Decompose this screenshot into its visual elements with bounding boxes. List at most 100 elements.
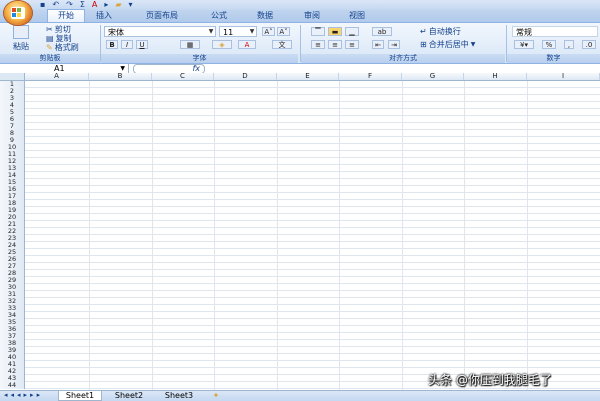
increase-indent-icon[interactable]: ⇥ <box>388 40 400 49</box>
column-header-h[interactable]: H <box>464 73 527 80</box>
table-row: 29 <box>0 277 600 284</box>
office-logo-icon <box>11 7 25 19</box>
align-center-icon[interactable]: ≡ <box>328 40 342 49</box>
format-painter-button[interactable]: ✎ 格式刷 <box>46 42 79 53</box>
tab-page-layout[interactable]: 页面布局 <box>136 10 188 22</box>
percent-icon[interactable]: % <box>542 40 556 49</box>
underline-icon[interactable]: U <box>136 40 148 49</box>
spreadsheet-grid[interactable]: A B C D E F G H I 1 2 3 4 5 6 7 8 9 10 11 12 13 14 15 1… <box>0 73 600 390</box>
table-row: 11 <box>0 151 600 158</box>
fx-icon[interactable]: fx <box>192 65 200 73</box>
table-row: 35 <box>0 319 600 326</box>
phonetic-icon[interactable]: 文 <box>272 40 292 49</box>
align-left-icon[interactable]: ≡ <box>311 40 325 49</box>
table-row: 25 <box>0 249 600 256</box>
paste-button[interactable]: 粘贴 <box>6 25 36 52</box>
align-right-icon[interactable]: ≡ <box>345 40 359 49</box>
row-header[interactable]: 44 <box>0 382 25 389</box>
tab-formulas[interactable]: 公式 <box>203 10 235 22</box>
number-format-combo[interactable]: 常规 <box>512 26 598 37</box>
currency-icon[interactable]: ¥▾ <box>514 40 534 49</box>
orientation-icon[interactable]: ab <box>372 27 392 36</box>
rows-container: 1 2 3 4 5 6 7 8 9 10 11 12 13 14 15 16 17 18 19 20 21 22 23 24 2… <box>0 81 600 389</box>
tab-review[interactable]: 审阅 <box>296 10 328 22</box>
table-row: 34 <box>0 312 600 319</box>
shrink-font-icon[interactable]: A˅ <box>277 27 290 36</box>
customize-qat-icon[interactable]: ▾ <box>129 0 133 10</box>
table-row: 19 <box>0 207 600 214</box>
table-row: 41 <box>0 361 600 368</box>
bold-icon[interactable]: B <box>106 40 118 49</box>
italic-icon[interactable]: I <box>121 40 133 49</box>
table-row: 14 <box>0 172 600 179</box>
table-row: 24 <box>0 242 600 249</box>
column-header-a[interactable]: A <box>25 73 89 80</box>
table-row: 27 <box>0 263 600 270</box>
column-header-e[interactable]: E <box>277 73 339 80</box>
merge-center-button[interactable]: ⊞ 合并后居中 ▼ <box>420 39 475 50</box>
tab-view[interactable]: 视图 <box>341 10 373 22</box>
table-row: 15 <box>0 179 600 186</box>
name-box[interactable]: A1 ▼ <box>0 64 129 73</box>
open-folder-icon[interactable]: ▰ <box>115 0 121 10</box>
increase-decimal-icon[interactable]: .0 <box>582 40 596 49</box>
border-icon[interactable]: ▦ <box>180 40 200 49</box>
sheet-tab-2[interactable]: Sheet2 <box>108 391 150 400</box>
office-button[interactable] <box>4 1 32 25</box>
table-row: 31 <box>0 291 600 298</box>
ribbon-tab-bar: 开始 插入 页面布局 公式 数据 审阅 视图 <box>0 9 600 23</box>
save-icon[interactable]: ▪ <box>40 0 45 10</box>
insert-sheet-icon[interactable]: ✦ <box>208 391 224 400</box>
chevron-down-icon: ▼ <box>120 65 125 72</box>
grow-font-icon[interactable]: A˄ <box>262 27 275 36</box>
align-middle-icon[interactable]: ▬ <box>328 27 342 36</box>
decrease-indent-icon[interactable]: ⇤ <box>372 40 384 49</box>
ribbon: 粘贴 ✂ 剪切 ▤ 复制 ✎ 格式刷 剪贴板 宋体 ▼ 11 ▼ A˄ A˅ B I U … <box>0 23 600 64</box>
group-label-number: 数字 <box>507 54 600 63</box>
table-row: 10 <box>0 144 600 151</box>
table-row: 32 <box>0 298 600 305</box>
chevron-down-icon: ▼ <box>249 28 255 35</box>
table-row: 40 <box>0 354 600 361</box>
wrap-text-button[interactable]: ↵ 自动换行 <box>420 26 461 37</box>
table-row: 36 <box>0 326 600 333</box>
merge-icon: ⊞ <box>420 40 427 49</box>
tab-data[interactable]: 数据 <box>249 10 281 22</box>
table-row: 38 <box>0 340 600 347</box>
column-header-f[interactable]: F <box>339 73 402 80</box>
font-size-combo[interactable]: 11 ▼ <box>219 26 257 37</box>
sheet-nav-arrows-icon[interactable]: ◂◂◂▸▸▸ <box>4 391 43 400</box>
table-row: 21 <box>0 221 600 228</box>
font-name-combo[interactable]: 宋体 ▼ <box>104 26 216 37</box>
table-row: 16 <box>0 186 600 193</box>
column-header-d[interactable]: D <box>214 73 277 80</box>
align-bottom-icon[interactable]: ▁ <box>345 27 359 36</box>
column-header-g[interactable]: G <box>402 73 464 80</box>
fill-color-icon[interactable]: ◈ <box>212 40 232 49</box>
font-color-icon[interactable]: A <box>238 40 256 49</box>
paste-icon <box>13 25 29 39</box>
tab-home[interactable]: 开始 <box>47 9 85 22</box>
table-row: 13 <box>0 165 600 172</box>
fill-arrow-icon[interactable]: ▸ <box>104 0 108 10</box>
table-row: 18 <box>0 200 600 207</box>
table-row: 12 <box>0 158 600 165</box>
font-color-icon[interactable]: A <box>92 0 97 10</box>
align-top-icon[interactable]: ▔ <box>311 27 325 36</box>
column-header-i[interactable]: I <box>527 73 600 80</box>
table-row: 6 <box>0 116 600 123</box>
table-row: 39 <box>0 347 600 354</box>
column-header-c[interactable]: C <box>152 73 214 80</box>
sheet-tab-bar: ◂◂◂▸▸▸ Sheet1 Sheet2 Sheet3 ✦ <box>0 390 600 401</box>
table-row: 17 <box>0 193 600 200</box>
table-row: 9 <box>0 137 600 144</box>
brush-icon: ✎ <box>46 43 53 52</box>
chevron-down-icon: ▼ <box>208 28 214 35</box>
table-row: 3 <box>0 95 600 102</box>
tab-insert[interactable]: 插入 <box>88 10 120 22</box>
sheet-tab-3[interactable]: Sheet3 <box>158 391 200 400</box>
column-header-b[interactable]: B <box>89 73 152 80</box>
select-all-corner[interactable] <box>0 73 25 80</box>
group-label-font: 字体 <box>101 54 298 63</box>
comma-style-icon[interactable]: , <box>564 40 574 49</box>
